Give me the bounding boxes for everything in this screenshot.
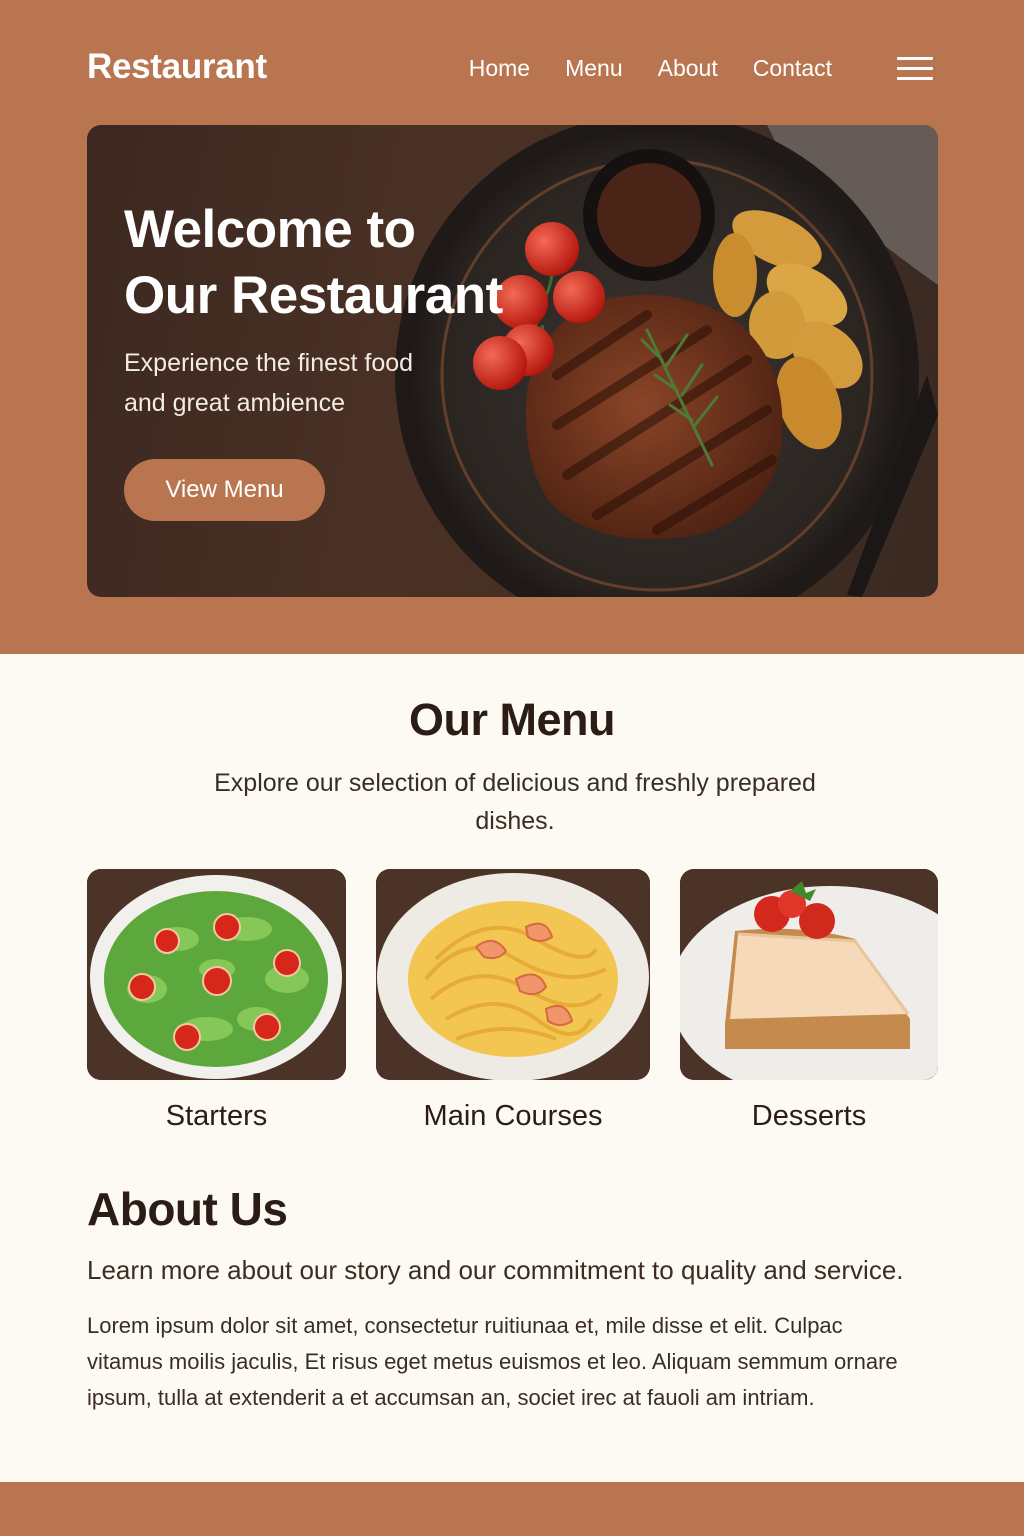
- about-lead-text: Learn more about our story and our commi…: [87, 1255, 904, 1285]
- nav-contact[interactable]: Contact: [753, 52, 832, 84]
- category-main-courses-label[interactable]: Main Courses: [376, 1100, 650, 1133]
- hero-title-line-2: Our Restaurant: [124, 266, 503, 325]
- brand-logo[interactable]: Restaurant: [87, 47, 267, 87]
- hero-subtitle-line-2: and great ambience: [124, 389, 345, 417]
- hero-title: Welcome to Our Restaurant: [124, 197, 503, 329]
- desserts-image[interactable]: [680, 869, 938, 1080]
- category-desserts-label[interactable]: Desserts: [680, 1100, 938, 1133]
- hamburger-icon[interactable]: [897, 57, 933, 81]
- view-menu-button[interactable]: View Menu: [124, 459, 325, 521]
- category-starters-label[interactable]: Starters: [87, 1100, 346, 1133]
- main-courses-image[interactable]: [376, 869, 650, 1080]
- starters-image[interactable]: [87, 869, 346, 1080]
- main-nav: Home Menu About Contact: [469, 52, 832, 84]
- nav-menu[interactable]: Menu: [565, 52, 623, 84]
- hero-banner: Welcome to Our Restaurant Experience the…: [87, 125, 938, 597]
- nav-home[interactable]: Home: [469, 52, 530, 84]
- menu-section-title: Our Menu: [409, 694, 616, 745]
- footer-band: [0, 1482, 1024, 1536]
- about-body-text: Lorem ipsum dolor sit amet, consectetur …: [87, 1313, 898, 1410]
- nav-about[interactable]: About: [658, 52, 718, 84]
- menu-section-description: Explore our selection of delicious and f…: [214, 769, 816, 835]
- hero-title-line-1: Welcome to: [124, 200, 416, 259]
- about-section-title: About Us: [87, 1183, 288, 1235]
- hero-subtitle-line-1: Experience the finest food: [124, 349, 414, 377]
- hero-subtitle: Experience the finest food and great amb…: [124, 343, 484, 423]
